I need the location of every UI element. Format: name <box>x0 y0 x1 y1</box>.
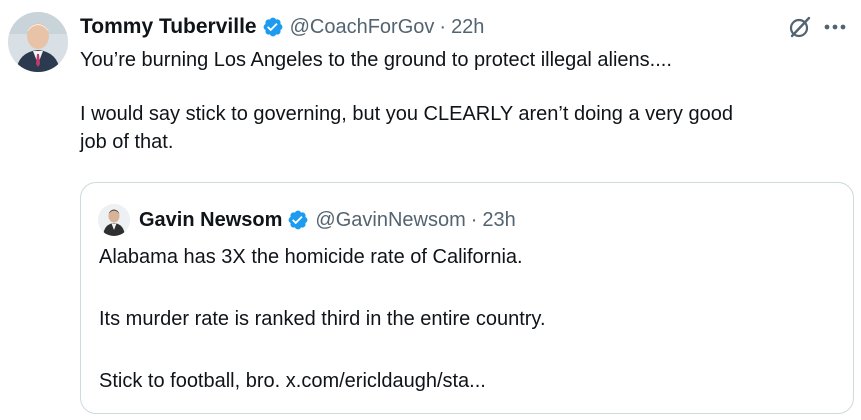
quoted-author-name[interactable]: Gavin Newsom <box>139 209 282 232</box>
quoted-tweet[interactable]: Gavin Newsom @GavinNewsom · 23h Alabama … <box>80 182 854 414</box>
tweet-header: Tommy Tuberville @CoachForGov · 22h <box>80 12 484 42</box>
tweet-text: You’re burning Los Angeles to the ground… <box>80 46 850 156</box>
tweet-text-line: job of that. <box>80 131 174 153</box>
author-avatar-image <box>8 12 68 72</box>
quoted-text-line: Alabama has 3X the homicide rate of Cali… <box>99 246 523 268</box>
verified-badge-icon <box>287 209 309 231</box>
quoted-timestamp[interactable]: 23h <box>482 209 515 232</box>
quoted-text-line: Its murder rate is ranked third in the e… <box>99 308 546 330</box>
quoted-author-handle[interactable]: @GavinNewsom <box>315 209 465 232</box>
separator-dot: · <box>439 15 447 38</box>
quoted-author-avatar[interactable] <box>98 204 130 236</box>
quoted-tweet-header: Gavin Newsom @GavinNewsom · 23h <box>139 205 516 235</box>
grok-icon[interactable] <box>787 14 813 40</box>
quoted-author-avatar-image <box>98 204 130 236</box>
tweet-text-line: I would say stick to governing, but you … <box>80 103 733 125</box>
tweet-text-line: You’re burning Los Angeles to the ground… <box>80 49 672 71</box>
quoted-text-line: Stick to football, bro. x.com/ericldaugh… <box>99 370 486 392</box>
timestamp[interactable]: 22h <box>451 16 484 39</box>
more-icon[interactable] <box>820 14 850 40</box>
verified-badge-icon <box>262 16 284 38</box>
author-name[interactable]: Tommy Tuberville <box>80 15 257 39</box>
separator-dot: · <box>470 208 478 231</box>
quoted-tweet-text: Alabama has 3X the homicide rate of Cali… <box>99 243 839 395</box>
author-handle[interactable]: @CoachForGov <box>290 16 435 39</box>
author-avatar[interactable] <box>8 12 68 72</box>
